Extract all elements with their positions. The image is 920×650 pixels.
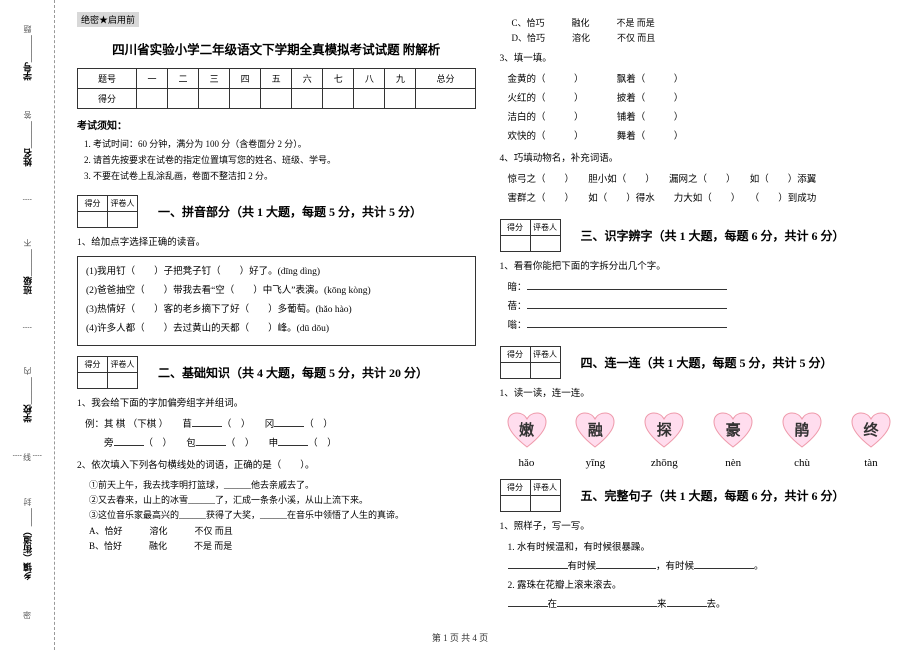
score-table: 题号一二三四五六七八九总分 得分: [77, 68, 476, 109]
heart-row: 嫩 融 探 豪 鹃 终: [506, 411, 893, 449]
seal-mark: 密: [22, 611, 33, 625]
left-column: 绝密★启用前 四川省实验小学二年级语文下学期全真模拟考试试题 附解析 题号一二三…: [65, 12, 488, 638]
heart-icon: 融: [574, 411, 616, 449]
fill-row: 洁白的（ ） 铺着（ ）: [508, 109, 899, 128]
split-row: 嗡：: [508, 317, 899, 336]
exam-title: 四川省实验小学二年级语文下学期全真模拟考试试题 附解析: [77, 39, 476, 58]
pinyin-row: (1)我用钉（ ）子把凳子钉（ ）好了。(dīng dìng): [86, 263, 467, 282]
right-column: C、恰巧 融化 不是 而是 D、恰巧 溶化 不仅 而且 3、填一填。 金黄的（ …: [488, 12, 911, 638]
fill-row: 火红的（ ） 披着（ ）: [508, 90, 899, 109]
side-field-school: 学校______ 内: [21, 367, 34, 422]
part1-header: 得分评卷人 一、拼音部分（共 1 大题，每题 5 分，共计 5 分）: [77, 195, 476, 228]
fill-row: 金黄的（ ） 飘着（ ）: [508, 71, 899, 90]
side-field-id: 学号______ 题: [21, 25, 34, 80]
score-mini: 得分评卷人: [77, 356, 138, 389]
score-mini: 得分评卷人: [500, 479, 561, 512]
heart-icon: 豪: [712, 411, 754, 449]
heart-icon: 鹃: [781, 411, 823, 449]
part5-title: 五、完整句子（共 1 大题，每题 6 分，共计 6 分）: [581, 487, 845, 504]
q-base2-lead: 2、依次填入下列各句横线处的词语，正确的是（ ）。: [77, 457, 476, 475]
example-row: 例：其 棋 （下棋 ） 苜（ ） 冈（ ）: [85, 416, 476, 435]
sentence-model: 2. 露珠在花瓣上滚来滚去。: [508, 577, 899, 596]
side-field-town: 乡镇（街道）____ 封: [21, 498, 34, 580]
option-a: A、恰好 溶化 不仅 而且: [89, 524, 476, 539]
secret-tag: 绝密★启用前: [77, 12, 139, 27]
q-base4-lead: 4、巧填动物名，补充词语。: [500, 150, 899, 168]
option-b: B、恰好 融化 不是 而是: [89, 539, 476, 554]
q3-lead: 1、看看你能把下面的字拆分出几个字。: [500, 258, 899, 276]
idiom-row: 惊弓之（ ） 胆小如（ ） 漏网之（ ） 如（ ）添翼: [508, 171, 899, 190]
sentence: ②又去春来，山上的冰雪______了，汇成一条条小溪，从山上流下来。: [89, 493, 476, 508]
heart-icon: 终: [850, 411, 892, 449]
idiom-row: 害群之（ ） 如（ ）得水 力大如（ ） （ ）到成功: [508, 190, 899, 209]
split-row: 蓓：: [508, 298, 899, 317]
q4-lead: 1、读一读，连一连。: [500, 385, 899, 403]
notice-item: 不要在试卷上乱涂乱画，卷面不整洁扣 2 分。: [93, 168, 476, 184]
q5-lead: 1、照样子，写一写。: [500, 518, 899, 536]
part5-header: 得分评卷人 五、完整句子（共 1 大题，每题 6 分，共计 6 分）: [500, 479, 899, 512]
pinyin-box: (1)我用钉（ ）子把凳子钉（ ）好了。(dīng dìng) (2)爸爸抽空（…: [77, 256, 476, 346]
sentence-blank: 在来去。: [508, 596, 899, 615]
score-mini: 得分评卷人: [500, 219, 561, 252]
option-d: D、恰巧 溶化 不仅 而且: [512, 31, 899, 46]
dash-line: ┊: [23, 197, 32, 208]
part2-header: 得分评卷人 二、基础知识（共 4 大题，每题 5 分，共计 20 分）: [77, 356, 476, 389]
part3-header: 得分评卷人 三、识字辨字（共 1 大题，每题 6 分，共计 6 分）: [500, 219, 899, 252]
pinyin-row: hǎoyīngzhōngnènchùtàn: [506, 457, 893, 469]
heart-icon: 嫩: [506, 411, 548, 449]
dash-line: ┊: [23, 325, 32, 336]
notice-list: 考试时间：60 分钟，满分为 100 分（含卷面分 2 分）。 请首先按要求在试…: [93, 136, 476, 185]
sentence-blank: 有时候，有时候。: [508, 558, 899, 577]
option-c: C、恰巧 融化 不是 而是: [512, 16, 899, 31]
part1-title: 一、拼音部分（共 1 大题，每题 5 分，共计 5 分）: [158, 203, 422, 220]
binding-sidebar: 学号______ 题 姓名______ 答 ┊ 班级______ 不 ┊ 学校_…: [0, 0, 55, 650]
pinyin-row: (4)许多人都（ ）去过黄山的天都（ ）峰。(dū dōu): [86, 320, 467, 339]
dash-line: ┊线┊: [13, 453, 42, 467]
fill-row: 欢快的（ ） 舞着（ ）: [508, 128, 899, 147]
pinyin-row: (3)热情好（ ）客的老乡摘下了好（ ）多葡萄。(hǎo hào): [86, 301, 467, 320]
part2-title: 二、基础知识（共 4 大题，每题 5 分，共计 20 分）: [158, 364, 428, 381]
sentence: ③这位音乐家最高兴的______获得了大奖，______在音乐中领悟了人生的真谛…: [89, 508, 476, 523]
q-base1-lead: 1、我会给下面的字加偏旁组字并组词。: [77, 395, 476, 413]
sentence-model: 1. 水有时候温和，有时候很暴躁。: [508, 539, 899, 558]
sentence: ①前天上午，我去找李明打篮球，______他去亲戚去了。: [89, 478, 476, 493]
page-footer: 第 1 页 共 4 页: [0, 631, 920, 644]
part4-header: 得分评卷人 四、连一连（共 1 大题，每题 5 分，共计 5 分）: [500, 346, 899, 379]
side-field-name: 姓名______ 答: [21, 111, 34, 166]
pinyin-row: (2)爸爸抽空（ ）带我去看“空（ ）中飞人”表演。(kōng kòng): [86, 282, 467, 301]
q-base3-lead: 3、填一填。: [500, 50, 899, 68]
notice-title: 考试须知：: [77, 117, 476, 132]
q1-lead: 1、给加点字选择正确的读音。: [77, 234, 476, 252]
split-row: 暗：: [508, 279, 899, 298]
part3-title: 三、识字辨字（共 1 大题，每题 6 分，共计 6 分）: [581, 227, 845, 244]
notice-item: 请首先按要求在试卷的指定位置填写您的姓名、班级、学号。: [93, 152, 476, 168]
score-mini: 得分评卷人: [77, 195, 138, 228]
part4-title: 四、连一连（共 1 大题，每题 5 分，共计 5 分）: [581, 354, 833, 371]
fill-row: 旁（ ） 包（ ） 申（ ）: [85, 435, 476, 454]
score-mini: 得分评卷人: [500, 346, 561, 379]
notice-item: 考试时间：60 分钟，满分为 100 分（含卷面分 2 分）。: [93, 136, 476, 152]
heart-icon: 探: [643, 411, 685, 449]
side-field-class: 班级______ 不: [21, 239, 34, 294]
